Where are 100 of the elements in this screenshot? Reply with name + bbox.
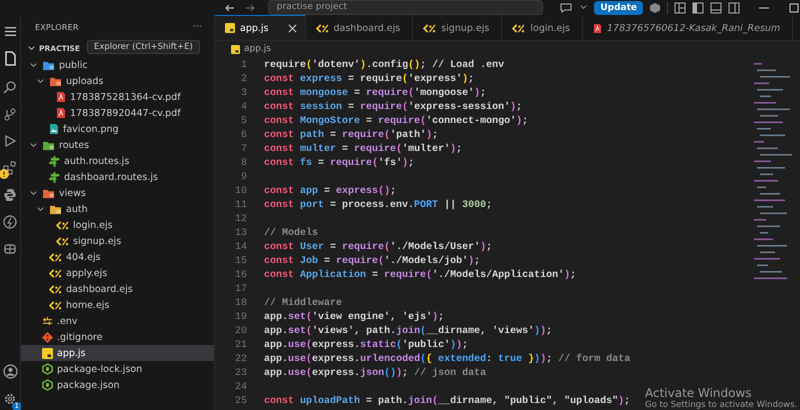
file-item[interactable]: login.ejs <box>21 217 214 233</box>
code-line: const port = process.env.PORT || 3000; <box>264 200 492 210</box>
template-file-icon <box>49 268 62 278</box>
file-item[interactable]: dashboard.ejs <box>21 281 214 297</box>
update-button[interactable]: Update <box>594 0 644 14</box>
settings-sliders-icon <box>42 316 53 326</box>
folder-icon <box>49 204 62 214</box>
extensions-icon[interactable] <box>3 161 17 175</box>
editor-tab[interactable]: login.ejs <box>502 15 583 40</box>
folder-item[interactable]: public <box>21 57 214 73</box>
line-number: 25 <box>234 396 247 406</box>
line-number: 24 <box>234 382 247 392</box>
file-item[interactable]: app.js <box>21 345 214 361</box>
line-number: 17 <box>234 284 247 294</box>
close-icon[interactable] <box>288 24 296 32</box>
file-item[interactable]: package.json <box>21 377 214 393</box>
chat-icon[interactable] <box>559 2 574 14</box>
line-number: 21 <box>234 340 247 350</box>
search-icon[interactable] <box>3 80 17 94</box>
line-number: 23 <box>234 368 247 378</box>
folder-icon <box>42 60 55 70</box>
pdf-file-icon <box>56 107 66 119</box>
file-item[interactable]: favicon.png <box>21 121 214 137</box>
file-item[interactable]: 1783878920447-cv.pdf <box>21 105 214 121</box>
code-line: const session = require('express-session'); <box>264 102 522 112</box>
javascript-file-icon <box>231 44 240 54</box>
code-line: const multer = require('multer'); <box>264 144 462 154</box>
template-file-icon <box>56 220 69 230</box>
line-number: 19 <box>234 312 247 322</box>
command-center-search[interactable]: practise project <box>268 0 544 15</box>
lightning-icon[interactable] <box>3 215 17 229</box>
line-number: 16 <box>234 270 247 280</box>
folder-item[interactable]: auth <box>21 201 214 217</box>
line-number: 15 <box>234 256 247 266</box>
activation-notice-title: Activate Windows <box>645 386 753 400</box>
layout-icon[interactable] <box>674 2 686 14</box>
maximize-icon[interactable] <box>788 2 800 14</box>
editor-tab[interactable]: 1783765760612-Kasak_Rani_Resum <box>582 15 794 40</box>
template-file-icon <box>423 24 436 32</box>
editor-tab[interactable]: dashboard.ejs <box>306 15 414 40</box>
line-number: 11 <box>234 200 247 210</box>
source-control-icon[interactable] <box>3 107 17 121</box>
pdf-file-icon <box>56 91 66 103</box>
folder-item[interactable]: views <box>21 185 214 201</box>
file-item[interactable]: signup.ejs <box>21 233 214 249</box>
line-number: 9 <box>240 172 247 182</box>
file-item[interactable]: home.ejs <box>21 297 214 313</box>
hexagon-icon <box>42 363 53 375</box>
file-item[interactable]: auth.routes.js <box>21 153 214 169</box>
code-line: const path = require('path'); <box>264 130 438 140</box>
file-item[interactable]: 1783875281364-cv.pdf <box>21 89 214 105</box>
code-line: app.use(express.urlencoded({ extended: true })); // form data <box>264 354 630 364</box>
line-number: 7 <box>240 144 247 154</box>
account-icon[interactable] <box>2 364 18 379</box>
forward-arrow-icon[interactable] <box>244 2 256 14</box>
folder-item[interactable]: uploads <box>21 73 214 89</box>
run-debug-icon[interactable] <box>3 134 17 148</box>
line-number: 2 <box>240 74 247 84</box>
git-icon <box>42 332 53 342</box>
line-number: 18 <box>234 298 247 308</box>
file-item[interactable]: .gitignore <box>21 329 214 345</box>
code-line: app.set('views', path.join(__dirname, 'views')); <box>264 326 552 336</box>
files-icon[interactable] <box>3 51 17 67</box>
menu-icon[interactable] <box>4 25 16 38</box>
line-number: 3 <box>240 88 247 98</box>
folder-item[interactable]: routes <box>21 137 214 153</box>
pdf-file-icon <box>592 22 602 34</box>
file-item[interactable]: apply.ejs <box>21 265 214 281</box>
code-line: require('dotenv').config(); // Load .env <box>264 60 504 70</box>
line-number: 8 <box>240 158 247 168</box>
code-line: app.set('view engine', 'ejs'); <box>264 312 444 322</box>
file-item[interactable]: 404.ejs <box>21 249 214 265</box>
tooltip: Explorer (Ctrl+Shift+E) <box>87 40 200 54</box>
hexagon-icon <box>42 379 53 391</box>
chevron-down-icon[interactable] <box>579 3 588 12</box>
editor-tab[interactable]: signup.ejs <box>413 15 502 40</box>
sidebar-toggle-icon[interactable] <box>692 2 704 14</box>
template-file-icon <box>49 252 62 262</box>
line-number: 12 <box>234 214 247 224</box>
editor-tab[interactable]: app.js <box>215 15 306 40</box>
secondary-sidebar-icon[interactable] <box>728 2 740 14</box>
signpost-icon <box>49 156 60 166</box>
line-number: 10 <box>234 186 247 196</box>
chevron-down-icon[interactable] <box>27 44 36 52</box>
containers-icon[interactable] <box>3 242 17 256</box>
code-line: const fs = require('fs'); <box>264 158 414 168</box>
file-item[interactable]: dashboard.routes.js <box>21 169 214 185</box>
code-line: const express = require('express'); <box>264 74 474 84</box>
line-number: 5 <box>240 116 247 126</box>
explorer-title: EXPLORER <box>35 22 79 32</box>
file-item[interactable]: package-lock.json <box>21 361 214 377</box>
javascript-file-icon <box>225 23 235 33</box>
breadcrumb-item[interactable]: app.js <box>244 44 271 54</box>
template-file-icon <box>49 284 62 294</box>
template-file-icon <box>512 24 526 32</box>
file-item[interactable]: .env <box>21 313 214 329</box>
panel-toggle-icon[interactable] <box>710 2 722 14</box>
python-icon[interactable] <box>3 188 17 202</box>
settings-icon[interactable] <box>3 392 17 406</box>
more-actions-button[interactable]: ··· <box>192 22 202 32</box>
